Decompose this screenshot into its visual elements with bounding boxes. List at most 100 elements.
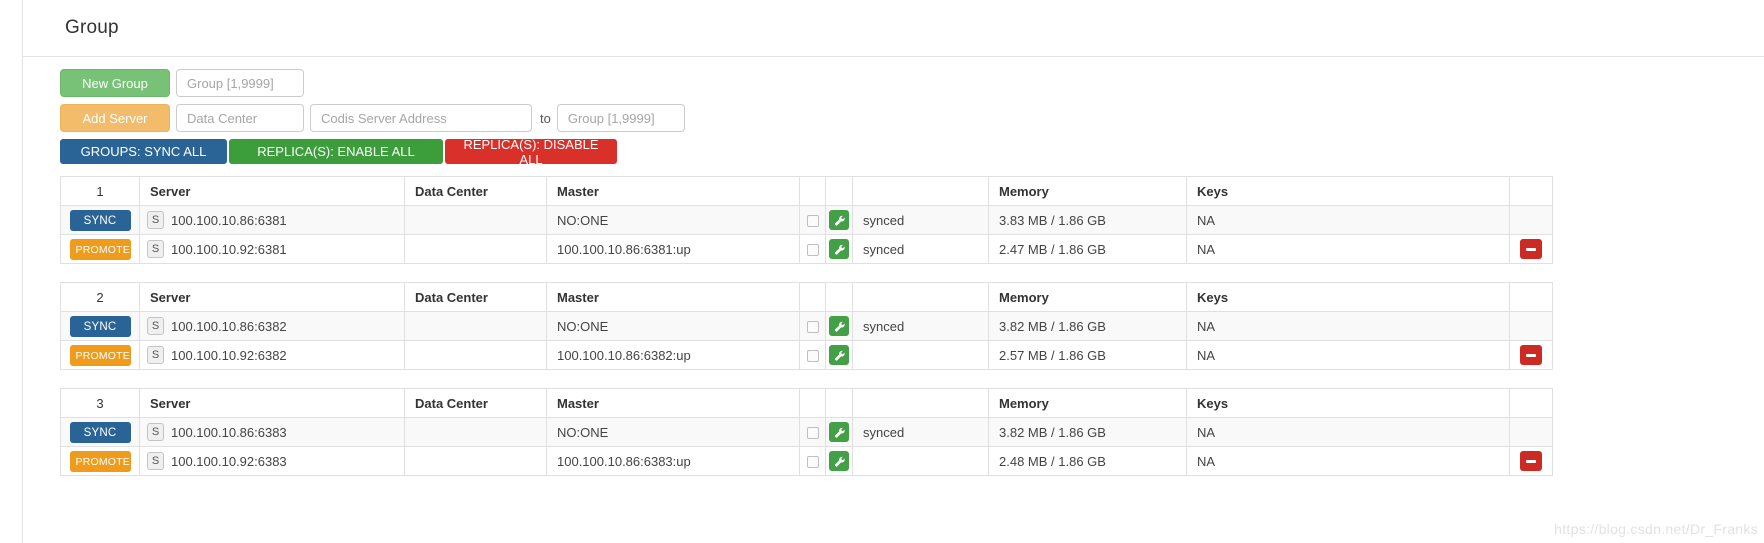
sync-button[interactable]: SYNC [69,315,131,337]
column-header-data-center: Data Center [404,176,547,206]
row-tools-cell [825,417,853,447]
row-action-cell: SYNC [60,205,140,235]
server-role-badge[interactable]: S [147,211,164,229]
row-select-cell [799,311,826,341]
row-select-cell [799,205,826,235]
server-cell: S 100.100.10.86:6382 [139,311,405,341]
groups-sync-all-button[interactable]: GROUPS: SYNC ALL [60,139,227,164]
column-header-memory: Memory [988,176,1187,206]
page-title: Group [65,17,119,38]
server-role-badge[interactable]: S [147,240,164,258]
new-group-row: New Group [60,69,1764,97]
master-cell: NO:ONE [546,417,800,447]
column-header-memory: Memory [988,388,1187,418]
master-cell: 100.100.10.86:6382:up [546,340,800,370]
row-select-cell [799,417,826,447]
column-header-state [852,282,989,312]
table-row: PROMOTE S 100.100.10.92:6381 100.100.10.86:… [60,234,1553,264]
master-cell: NO:ONE [546,311,800,341]
row-action-cell: PROMOTE [60,446,140,476]
wrench-icon[interactable] [829,451,849,471]
row-tools-cell [825,446,853,476]
minus-icon [1526,247,1536,251]
column-header-server: Server [139,176,405,206]
remove-server-button[interactable] [1520,451,1542,472]
group-tables: 1 Server Data Center Master Memory Keys SYNC S 1… [23,176,1764,476]
sync-button[interactable]: SYNC [69,421,131,443]
wrench-icon[interactable] [829,345,849,365]
keys-cell: NA [1186,234,1510,264]
row-action-cell: PROMOTE [60,234,140,264]
server-role-badge[interactable]: S [147,452,164,470]
group-id: 3 [60,388,140,418]
promote-button[interactable]: PROMOTE [69,450,131,472]
memory-cell: 3.82 MB / 1.86 GB [988,417,1187,447]
data-center-cell [404,417,547,447]
replicas-enable-all-button[interactable]: REPLICA(S): ENABLE ALL [229,139,443,164]
row-tools-cell [825,205,853,235]
table-row: SYNC S 100.100.10.86:6382 NO:ONE synced 3.82 … [60,311,1553,341]
row-checkbox[interactable] [806,215,819,228]
column-header-state [852,176,989,206]
master-cell: 100.100.10.86:6383:up [546,446,800,476]
keys-cell: NA [1186,340,1510,370]
memory-cell: 2.48 MB / 1.86 GB [988,446,1187,476]
row-checkbox[interactable] [806,244,819,257]
table-row: SYNC S 100.100.10.86:6381 NO:ONE synced 3.83 … [60,205,1553,235]
row-action-cell: PROMOTE [60,340,140,370]
group-panel: Group New Group Add Server to GROUPS: SY… [22,0,1764,543]
wrench-icon[interactable] [829,239,849,259]
server-cell: S 100.100.10.92:6382 [139,340,405,370]
wrench-icon[interactable] [829,210,849,230]
row-action-cell: SYNC [60,311,140,341]
column-header-master: Master [546,282,800,312]
sync-button[interactable]: SYNC [69,209,131,231]
server-role-badge[interactable]: S [147,423,164,441]
promote-button[interactable]: PROMOTE [69,238,131,260]
remove-server-button[interactable] [1520,345,1542,366]
target-group-input[interactable] [556,104,685,132]
column-header-actions [825,388,853,418]
row-select-cell [799,340,826,370]
server-cell: S 100.100.10.86:6383 [139,417,405,447]
server-address: 100.100.10.92:6383 [171,453,287,469]
memory-cell: 3.82 MB / 1.86 GB [988,311,1187,341]
watermark: https://blog.csdn.net/Dr_Franks [1554,521,1758,537]
add-server-button[interactable]: Add Server [60,104,170,132]
new-group-button[interactable]: New Group [60,69,170,97]
sync-state-cell: synced [852,311,989,341]
wrench-icon[interactable] [829,316,849,336]
wrench-icon[interactable] [829,422,849,442]
server-role-badge[interactable]: S [147,317,164,335]
group-header-row: 1 Server Data Center Master Memory Keys [60,176,1553,206]
keys-cell: NA [1186,446,1510,476]
keys-cell: NA [1186,311,1510,341]
table-row: PROMOTE S 100.100.10.92:6383 100.100.10.86:… [60,446,1553,476]
codis-server-address-input[interactable] [310,104,532,132]
row-checkbox[interactable] [806,456,819,469]
row-checkbox[interactable] [806,350,819,363]
promote-button[interactable]: PROMOTE [69,344,131,366]
group-id: 2 [60,282,140,312]
data-center-cell [404,311,547,341]
server-address: 100.100.10.86:6383 [171,424,287,440]
row-tools-cell [825,234,853,264]
group-table: 2 Server Data Center Master Memory Keys SYNC S 1… [60,282,1553,370]
row-select-cell [799,234,826,264]
sync-state-cell: synced [852,234,989,264]
server-address: 100.100.10.86:6382 [171,318,287,334]
remove-server-button[interactable] [1520,239,1542,260]
data-center-cell [404,234,547,264]
group-table: 3 Server Data Center Master Memory Keys SYNC S 1… [60,388,1553,476]
page-header: Group [23,0,1764,57]
server-role-badge[interactable]: S [147,346,164,364]
sync-state-cell: synced [852,417,989,447]
delete-cell [1509,340,1553,370]
row-checkbox[interactable] [806,427,819,440]
server-cell: S 100.100.10.86:6381 [139,205,405,235]
row-checkbox[interactable] [806,321,819,334]
new-group-id-input[interactable] [176,69,304,97]
column-header-keys: Keys [1186,388,1510,418]
data-center-input[interactable] [176,104,304,132]
replicas-disable-all-button[interactable]: REPLICA(S): DISABLE ALL [445,137,617,167]
